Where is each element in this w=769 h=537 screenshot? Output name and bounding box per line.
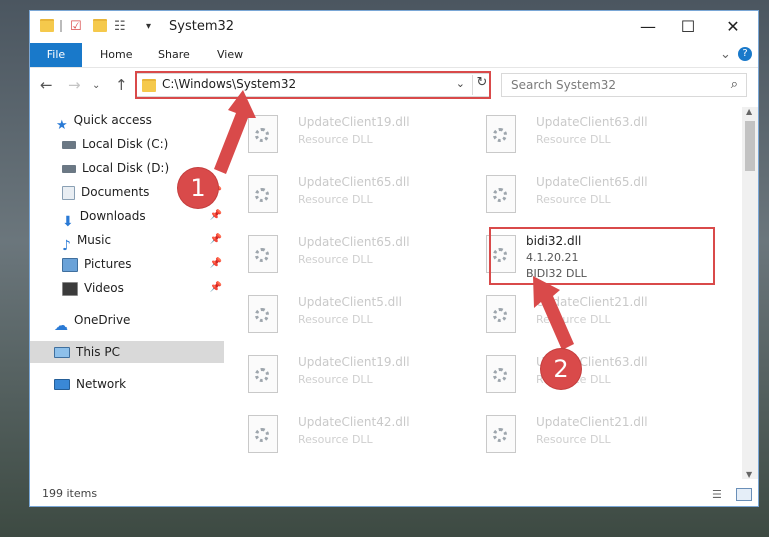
arrow-1 <box>214 90 256 174</box>
step-2-badge: 2 <box>541 349 581 389</box>
annotation-arrows <box>214 90 574 350</box>
arrow-2 <box>533 276 574 350</box>
step-1-badge: 1 <box>178 168 218 208</box>
